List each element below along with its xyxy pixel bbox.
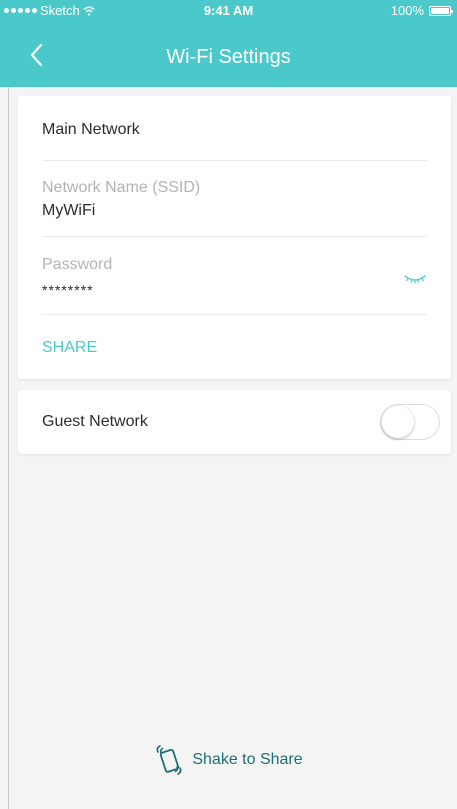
divider	[42, 314, 427, 315]
guest-network-card: Guest Network	[18, 390, 451, 454]
ssid-value[interactable]: MyWiFi	[42, 202, 95, 220]
status-bar: Sketch 9:41 AM 100%	[0, 0, 457, 20]
battery-icon	[429, 5, 453, 16]
main-network-card: Main Network Network Name (SSID) MyWiFi …	[18, 96, 451, 379]
phone-shake-icon	[156, 745, 182, 775]
password-value[interactable]: ********	[42, 282, 94, 298]
ssid-label: Network Name (SSID)	[42, 179, 201, 196]
divider	[42, 236, 427, 237]
share-button[interactable]: SHARE	[42, 339, 97, 357]
battery-percent: 100%	[390, 3, 424, 18]
password-visibility-toggle[interactable]	[403, 272, 427, 286]
guest-network-toggle[interactable]	[380, 404, 440, 440]
header: Sketch 9:41 AM 100% Wi-Fi Settings	[0, 0, 457, 87]
divider	[42, 160, 427, 161]
left-border	[8, 0, 9, 809]
shake-to-share-label: Shake to Share	[192, 751, 303, 768]
guest-network-label: Guest Network	[42, 413, 148, 430]
password-label: Password	[42, 256, 113, 273]
nav-bar: Wi-Fi Settings	[0, 20, 457, 87]
status-time: 9:41 AM	[203, 3, 254, 18]
main-network-title: Main Network	[42, 121, 140, 138]
page-title: Wi-Fi Settings	[166, 46, 291, 68]
eye-closed-icon	[404, 275, 426, 284]
status-right: 100%	[390, 3, 453, 18]
toggle-knob	[382, 406, 414, 438]
shake-to-share[interactable]: Shake to Share	[0, 744, 457, 776]
